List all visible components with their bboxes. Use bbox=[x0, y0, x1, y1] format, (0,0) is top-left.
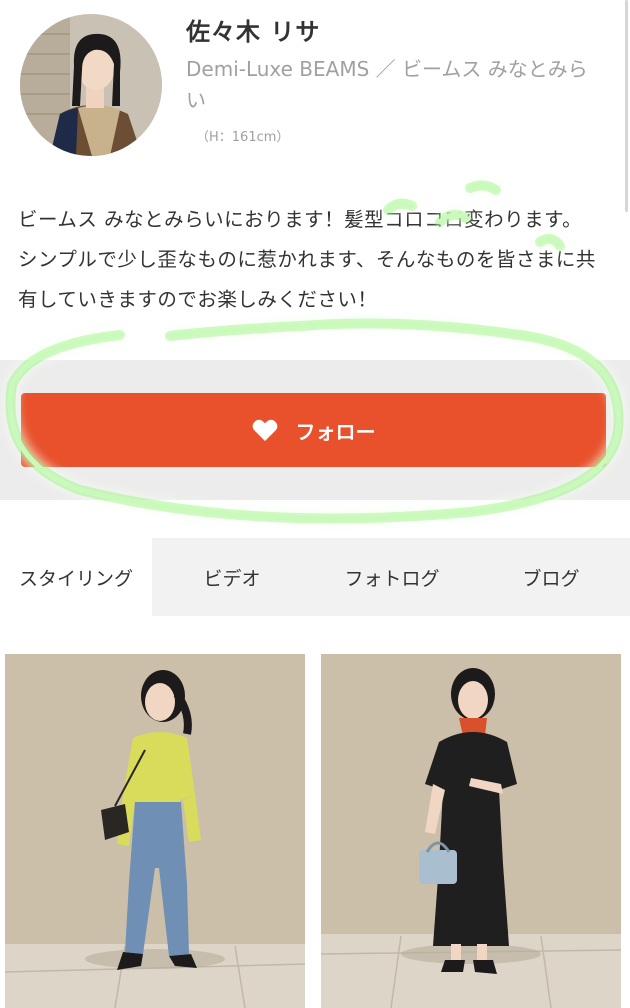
tab-blog[interactable]: ブログ bbox=[472, 538, 630, 616]
styling-photo[interactable] bbox=[5, 654, 305, 1008]
scrollbar[interactable] bbox=[625, 0, 628, 212]
styling-grid bbox=[0, 654, 630, 1008]
shop-name[interactable]: Demi-Luxe BEAMS ／ ビームス みなとみらい bbox=[186, 54, 596, 116]
tab-styling[interactable]: スタイリング bbox=[0, 538, 152, 616]
bio-text: ビームス みなとみらいにおります！髪型コロコロ変わります。シンプルで少し歪なもの… bbox=[18, 208, 596, 311]
tab-photolog[interactable]: フォトログ bbox=[312, 538, 472, 616]
styling-photo[interactable] bbox=[321, 654, 621, 1008]
heart-icon bbox=[252, 418, 278, 442]
avatar[interactable] bbox=[20, 14, 162, 156]
tab-video[interactable]: ビデオ bbox=[152, 538, 312, 616]
stylist-profile-page: 佐々木 リサ Demi-Luxe BEAMS ／ ビームス みなとみらい （H：… bbox=[0, 0, 630, 1008]
follow-button-label: フォロー bbox=[295, 419, 376, 444]
profile-header: 佐々木 リサ Demi-Luxe BEAMS ／ ビームス みなとみらい （H：… bbox=[0, 0, 630, 212]
stylist-name: 佐々木 リサ bbox=[186, 18, 321, 46]
follow-button[interactable]: フォロー bbox=[21, 393, 606, 467]
stylist-height: （H：161cm） bbox=[196, 130, 290, 145]
content-tabs: スタイリング ビデオ フォトログ ブログ bbox=[0, 538, 630, 616]
